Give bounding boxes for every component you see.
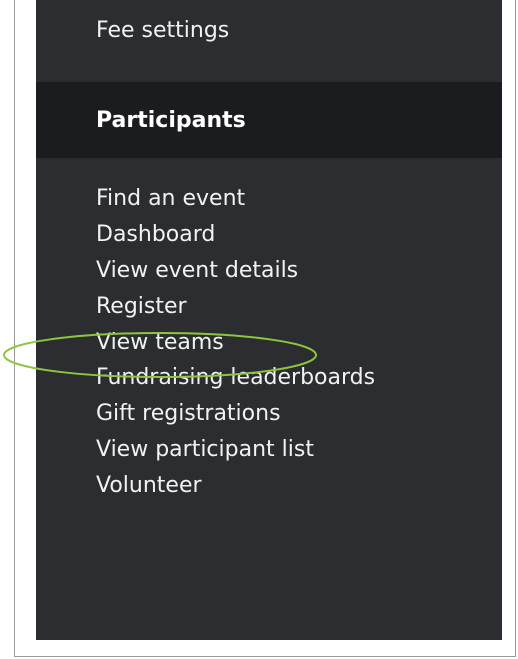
sidebar-item-view-event-details[interactable]: View event details [96,256,375,292]
sidebar-item-register[interactable]: Register [96,292,375,328]
sidebar-item-view-teams[interactable]: View teams [96,328,375,364]
participants-menu: Find an event Dashboard View event detai… [96,184,375,507]
sidebar-item-volunteer[interactable]: Volunteer [96,471,375,507]
sidebar-item-find-an-event[interactable]: Find an event [96,184,375,220]
sidebar-nav: Fee settings Participants Find an event … [36,0,502,640]
sidebar-item-gift-registrations[interactable]: Gift registrations [96,399,375,435]
sidebar-item-fee-settings[interactable]: Fee settings [96,16,229,46]
sidebar-item-dashboard[interactable]: Dashboard [96,220,375,256]
section-header-participants: Participants [36,82,502,158]
sidebar-item-fundraising-leaderboards[interactable]: Fundraising leaderboards [96,363,375,399]
section-title: Participants [96,108,246,133]
sidebar-item-view-participant-list[interactable]: View participant list [96,435,375,471]
